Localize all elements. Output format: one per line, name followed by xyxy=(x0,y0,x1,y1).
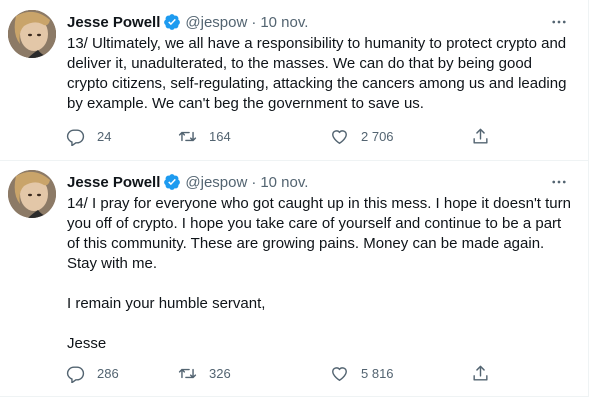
share-button[interactable] xyxy=(471,127,490,146)
tweet-actions: 286 326 5 816 xyxy=(64,363,504,383)
tweet-text: 13/ Ultimately, we all have a responsibi… xyxy=(67,34,577,114)
reply-icon xyxy=(66,128,85,146)
tweet[interactable]: Jesse Powell @jespow · 10 nov. 13/ Ultim… xyxy=(0,0,589,161)
more-icon[interactable] xyxy=(549,172,569,192)
like-count: 2 706 xyxy=(361,128,394,144)
retweet-count: 326 xyxy=(209,365,231,381)
author-name[interactable]: Jesse Powell xyxy=(67,174,160,191)
like-count: 5 816 xyxy=(361,365,394,381)
author-handle[interactable]: @jespow xyxy=(185,174,247,191)
like-button[interactable]: 2 706 xyxy=(330,127,394,146)
separator: · xyxy=(251,173,257,191)
share-icon xyxy=(473,128,488,144)
tweet-paragraph: 13/ Ultimately, we all have a responsibi… xyxy=(67,35,567,112)
author-name[interactable]: Jesse Powell xyxy=(67,14,160,31)
reply-button[interactable]: 286 xyxy=(66,364,119,383)
reply-count: 286 xyxy=(97,365,119,381)
timestamp[interactable]: 10 nov. xyxy=(260,14,308,31)
retweet-count: 164 xyxy=(209,128,231,144)
author-handle[interactable]: @jespow xyxy=(185,14,247,31)
like-icon xyxy=(332,366,347,381)
tweet-text: 14/ I pray for everyone who got caught u… xyxy=(67,194,577,354)
verified-badge-icon xyxy=(163,173,181,191)
avatar[interactable] xyxy=(8,170,56,218)
retweet-button[interactable]: 326 xyxy=(178,364,231,383)
timestamp[interactable]: 10 nov. xyxy=(260,174,308,191)
retweet-icon xyxy=(178,131,197,141)
reply-button[interactable]: 24 xyxy=(66,127,111,146)
like-button[interactable]: 5 816 xyxy=(330,364,394,383)
tweet[interactable]: Jesse Powell @jespow · 10 nov. 14/ I pra… xyxy=(0,160,589,397)
tweet-actions: 24 164 2 706 xyxy=(64,126,504,146)
tweet-paragraph: Jesse xyxy=(67,335,107,352)
reply-icon xyxy=(66,365,85,383)
share-icon xyxy=(473,365,488,381)
tweet-header: Jesse Powell @jespow · 10 nov. xyxy=(67,172,308,192)
like-icon xyxy=(332,129,347,144)
retweet-icon xyxy=(178,368,197,378)
tweet-paragraph: 14/ I pray for everyone who got caught u… xyxy=(67,195,571,272)
more-icon[interactable] xyxy=(549,12,569,32)
avatar[interactable] xyxy=(8,10,56,58)
tweet-paragraph: I remain your humble servant, xyxy=(67,295,266,312)
share-button[interactable] xyxy=(471,364,490,383)
tweet-header: Jesse Powell @jespow · 10 nov. xyxy=(67,12,308,32)
retweet-button[interactable]: 164 xyxy=(178,127,231,146)
separator: · xyxy=(251,13,257,31)
reply-count: 24 xyxy=(97,128,112,144)
verified-badge-icon xyxy=(163,13,181,31)
